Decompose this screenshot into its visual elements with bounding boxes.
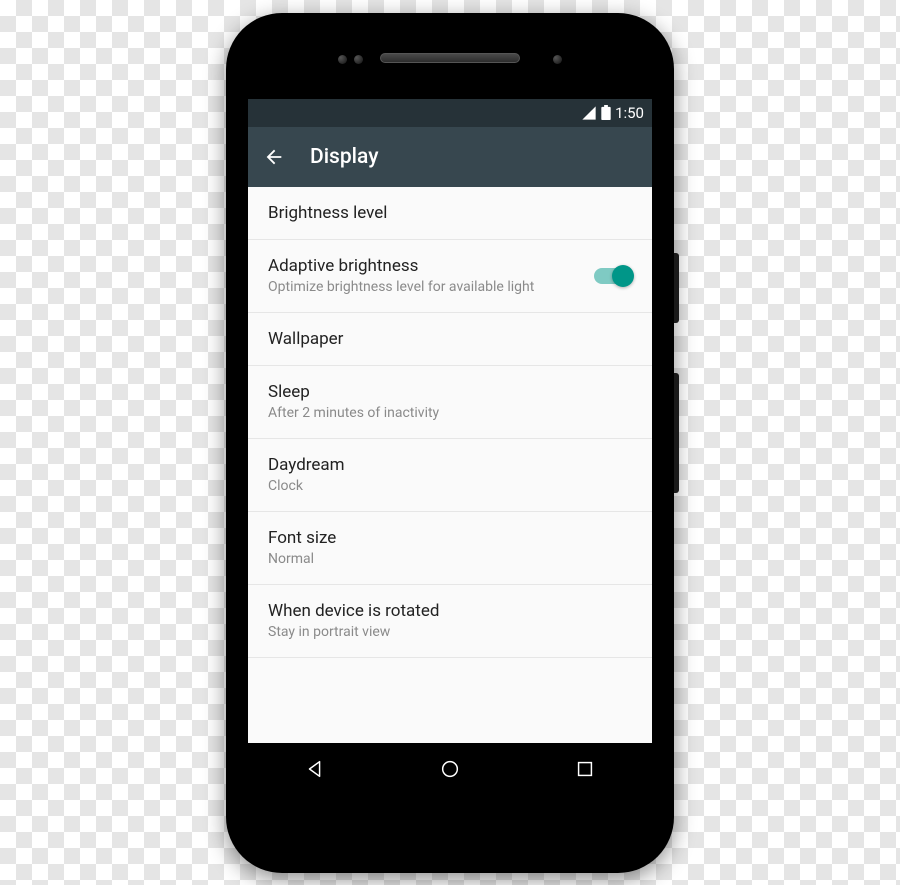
screen: 1:50 Display Brightness level Adaptive b…: [248, 99, 652, 795]
setting-subtitle: Stay in portrait view: [268, 623, 632, 641]
power-button: [674, 253, 679, 323]
settings-list: Brightness level Adaptive brightness Opt…: [248, 187, 652, 743]
setting-rotation[interactable]: When device is rotated Stay in portrait …: [248, 585, 652, 658]
setting-wallpaper[interactable]: Wallpaper: [248, 313, 652, 366]
sensor-dot: [354, 55, 363, 64]
app-bar: Display: [248, 127, 652, 187]
setting-sleep[interactable]: Sleep After 2 minutes of inactivity: [248, 366, 652, 439]
setting-subtitle: Clock: [268, 477, 632, 495]
setting-subtitle: After 2 minutes of inactivity: [268, 404, 632, 422]
nav-recent-button[interactable]: [555, 743, 615, 795]
triangle-back-icon: [304, 758, 326, 780]
nav-home-button[interactable]: [420, 743, 480, 795]
front-camera: [553, 55, 562, 64]
setting-title: Brightness level: [268, 203, 632, 223]
adaptive-brightness-toggle[interactable]: [594, 268, 632, 284]
setting-adaptive-brightness[interactable]: Adaptive brightness Optimize brightness …: [248, 240, 652, 313]
status-clock: 1:50: [615, 104, 644, 122]
sensor-dot: [338, 55, 347, 64]
volume-button: [674, 373, 679, 493]
setting-daydream[interactable]: Daydream Clock: [248, 439, 652, 512]
back-button[interactable]: [262, 145, 286, 169]
setting-subtitle: Normal: [268, 550, 632, 568]
setting-title: Sleep: [268, 382, 632, 402]
setting-brightness-level[interactable]: Brightness level: [248, 187, 652, 240]
status-bar: 1:50: [248, 99, 652, 127]
setting-title: Wallpaper: [268, 329, 632, 349]
cellular-signal-icon: [581, 105, 597, 121]
battery-icon: [601, 105, 611, 120]
square-recent-icon: [574, 758, 596, 780]
nav-back-button[interactable]: [285, 743, 345, 795]
phone-frame: 1:50 Display Brightness level Adaptive b…: [226, 13, 674, 873]
setting-subtitle: Optimize brightness level for available …: [268, 278, 578, 296]
setting-title: Font size: [268, 528, 632, 548]
setting-title: Daydream: [268, 455, 632, 475]
setting-font-size[interactable]: Font size Normal: [248, 512, 652, 585]
arrow-back-icon: [263, 146, 285, 168]
setting-title: Adaptive brightness: [268, 256, 578, 276]
navigation-bar: [248, 743, 652, 795]
setting-title: When device is rotated: [268, 601, 632, 621]
page-title: Display: [310, 145, 378, 169]
earpiece: [380, 53, 520, 63]
circle-home-icon: [439, 758, 461, 780]
